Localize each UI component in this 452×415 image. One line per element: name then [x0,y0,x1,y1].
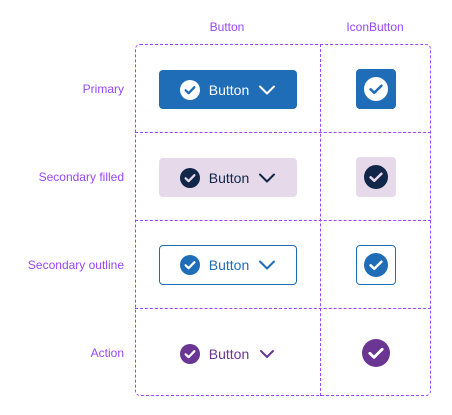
primary-button[interactable]: Button [159,70,297,109]
action-button[interactable]: Button [159,334,297,373]
check-circle-icon [364,165,388,189]
column-header-icon-button: IconButton [346,20,404,34]
secondary-filled-button[interactable]: Button [159,158,297,197]
check-circle-icon [179,255,200,275]
secondary-filled-button-label: Button [208,169,250,186]
chevron-down-icon [258,84,276,96]
primary-icon-button[interactable] [356,69,396,109]
row-label-primary: Primary [82,82,124,96]
row-label-secondary-outline: Secondary outline [27,258,124,272]
check-circle-icon [362,339,390,367]
row-label-secondary-filled: Secondary filled [38,170,124,184]
chevron-down-icon [258,348,276,360]
action-icon-button[interactable] [356,333,396,373]
column-header-button: Button [209,20,245,34]
secondary-outline-button[interactable]: Button [159,245,297,285]
chevron-down-icon [258,259,276,271]
grid-row-divider [135,132,431,133]
chevron-down-icon [258,172,276,184]
check-circle-icon [364,77,388,101]
row-label-action: Action [90,346,124,360]
primary-button-label: Button [208,81,250,98]
check-circle-icon [179,343,200,364]
grid-row-divider [135,220,431,221]
secondary-outline-button-label: Button [208,257,250,273]
check-circle-icon [179,167,200,188]
check-circle-icon [364,253,388,277]
grid-row-divider [135,308,431,309]
action-button-label: Button [208,345,250,362]
check-circle-icon [179,79,200,100]
secondary-filled-icon-button[interactable] [356,157,396,197]
secondary-outline-icon-button[interactable] [356,245,396,285]
